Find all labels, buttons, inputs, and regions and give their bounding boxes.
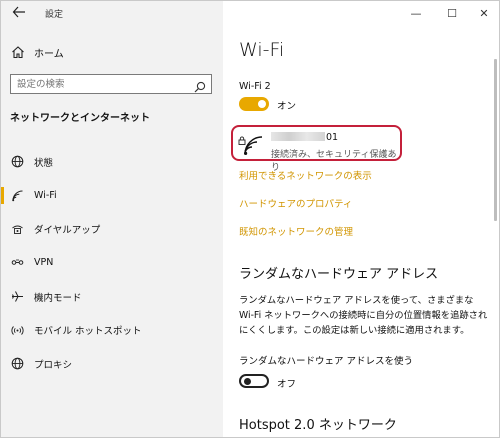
settings-window: 設定 ホーム ネットワークとインターネット 状態 xyxy=(0,0,500,438)
main-content: — ☐ ✕ Wi-Fi Wi-Fi 2 オン 01 接続済み、セキュリティ保護あ… xyxy=(223,1,499,437)
title-bar: 設定 xyxy=(1,1,223,27)
sidebar-item-label: 状態 xyxy=(34,157,54,169)
section-title: ネットワークとインターネット xyxy=(10,113,150,124)
home-label: ホーム xyxy=(34,48,64,60)
selection-indicator xyxy=(1,254,4,271)
vpn-icon xyxy=(10,256,24,270)
hardware-properties-link[interactable]: ハードウェアのプロパティ xyxy=(239,196,352,210)
sidebar-item-dialup[interactable]: ダイヤルアップ xyxy=(1,212,223,246)
sidebar: 設定 ホーム ネットワークとインターネット 状態 xyxy=(1,1,223,437)
app-title: 設定 xyxy=(45,10,64,20)
redacted-ssid xyxy=(271,132,325,141)
manage-known-networks-link[interactable]: 既知のネットワークの管理 xyxy=(239,224,353,238)
wifi-signal-icon xyxy=(242,134,264,156)
sidebar-item-airplane[interactable]: 機内モード xyxy=(1,280,223,314)
sidebar-item-hotspot[interactable]: モバイル ホットスポット xyxy=(1,313,223,347)
home-link[interactable]: ホーム xyxy=(10,43,64,61)
toggle-knob xyxy=(258,100,266,108)
sidebar-item-label: モバイル ホットスポット xyxy=(34,326,142,338)
close-button[interactable]: ✕ xyxy=(473,5,495,21)
sidebar-item-label: ダイヤルアップ xyxy=(34,225,101,237)
hotspot-icon xyxy=(10,323,24,337)
maximize-icon: ☐ xyxy=(447,6,457,20)
search-box[interactable] xyxy=(10,74,212,94)
minimize-button[interactable]: — xyxy=(405,5,427,21)
sidebar-item-label: Wi-Fi xyxy=(34,190,57,202)
sidebar-item-wifi[interactable]: Wi-Fi xyxy=(1,179,223,213)
sidebar-item-label: プロキシ xyxy=(34,359,73,371)
airplane-icon xyxy=(10,290,24,304)
search-icon[interactable] xyxy=(194,78,206,93)
sidebar-item-label: 機内モード xyxy=(34,292,82,304)
selection-indicator xyxy=(1,220,4,237)
back-arrow-icon[interactable] xyxy=(10,5,28,23)
dialup-icon xyxy=(10,222,24,236)
page-title: Wi-Fi xyxy=(239,39,285,61)
home-icon xyxy=(10,44,26,60)
network-name: 01 xyxy=(271,132,338,143)
network-name-suffix: 01 xyxy=(326,132,339,143)
random-hw-toggle-state: オフ xyxy=(277,379,297,390)
maximize-button[interactable]: ☐ xyxy=(441,5,463,21)
selection-indicator xyxy=(1,355,4,372)
random-hw-description: ランダムなハードウェア アドレスを使って、さまざまな Wi-Fi ネットワークへ… xyxy=(239,295,488,336)
random-hw-toggle[interactable] xyxy=(239,374,269,388)
selection-indicator xyxy=(1,153,4,170)
toggle-knob xyxy=(244,378,251,385)
scrollbar[interactable] xyxy=(494,59,497,221)
globe-icon xyxy=(10,357,24,371)
sidebar-item-status[interactable]: 状態 xyxy=(1,145,223,179)
random-hw-heading: ランダムなハードウェア アドレス xyxy=(239,267,439,282)
search-input[interactable] xyxy=(17,77,187,91)
wifi-adapter-label: Wi-Fi 2 xyxy=(239,81,271,92)
hotspot-heading: Hotspot 2.0 ネットワーク xyxy=(239,418,397,433)
connected-network[interactable]: 01 接続済み、セキュリティ保護あり xyxy=(231,125,402,173)
selection-indicator xyxy=(1,321,4,338)
selection-indicator xyxy=(1,186,4,204)
sidebar-nav: 状態 Wi-Fi ダイヤルアップ VPN 機内モード モバイル ホットスポット … xyxy=(1,145,223,381)
show-networks-link[interactable]: 利用できるネットワークの表示 xyxy=(239,168,372,182)
globe-icon xyxy=(10,155,24,169)
sidebar-item-vpn[interactable]: VPN xyxy=(1,246,223,280)
close-icon: ✕ xyxy=(479,6,489,20)
wifi-toggle-state: オン xyxy=(277,101,297,112)
wifi-icon xyxy=(10,189,24,203)
selection-indicator xyxy=(1,288,4,305)
sidebar-item-label: VPN xyxy=(34,257,54,269)
random-hw-option-label: ランダムなハードウェア アドレスを使う xyxy=(239,356,414,367)
wifi-toggle[interactable] xyxy=(239,97,269,111)
minimize-icon: — xyxy=(410,6,422,20)
sidebar-item-proxy[interactable]: プロキシ xyxy=(1,347,223,381)
